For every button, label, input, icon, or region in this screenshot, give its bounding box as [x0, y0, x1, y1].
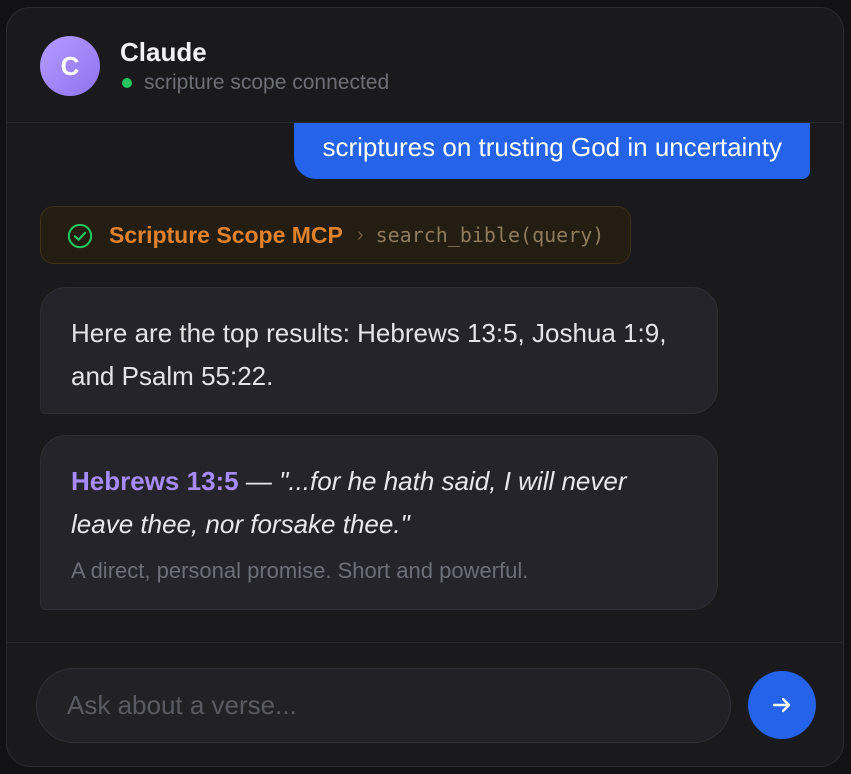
status-text: scripture scope connected: [144, 71, 390, 94]
verse-text: Hebrews 13:5 — "...for he hath said, I w…: [71, 460, 687, 546]
tool-call-chip[interactable]: Scripture Scope MCP › search_bible(query…: [40, 206, 632, 264]
chat-header: C Claude scripture scope connected: [7, 8, 843, 123]
assistant-message-text: Here are the top results: Hebrews 13:5, …: [71, 318, 667, 391]
tool-function-call: search_bible(query): [375, 223, 605, 247]
check-circle-icon: [67, 222, 93, 249]
user-message: scriptures on trusting God in uncertaint…: [294, 123, 810, 179]
chevron-right-icon: ›: [356, 223, 364, 246]
verse-reference: Hebrews 13:5: [71, 466, 239, 496]
send-button[interactable]: [748, 671, 816, 739]
verse-card: Hebrews 13:5 — "...for he hath said, I w…: [40, 435, 718, 610]
message-input[interactable]: [36, 668, 731, 743]
verse-dash: —: [238, 466, 280, 496]
assistant-name: Claude: [120, 37, 207, 67]
chat-window: C Claude scripture scope connected scrip…: [6, 7, 844, 767]
connection-status: scripture scope connected: [120, 71, 389, 95]
tool-server-name: Scripture Scope MCP: [109, 221, 343, 248]
verse-note: A direct, personal promise. Short and po…: [71, 558, 529, 583]
assistant-message: Here are the top results: Hebrews 13:5, …: [40, 287, 718, 414]
arrow-right-icon: [769, 692, 795, 718]
avatar: C: [40, 36, 100, 96]
composer: [7, 643, 843, 766]
message-list: scriptures on trusting God in uncertaint…: [7, 123, 843, 643]
status-dot-icon: [122, 78, 132, 88]
